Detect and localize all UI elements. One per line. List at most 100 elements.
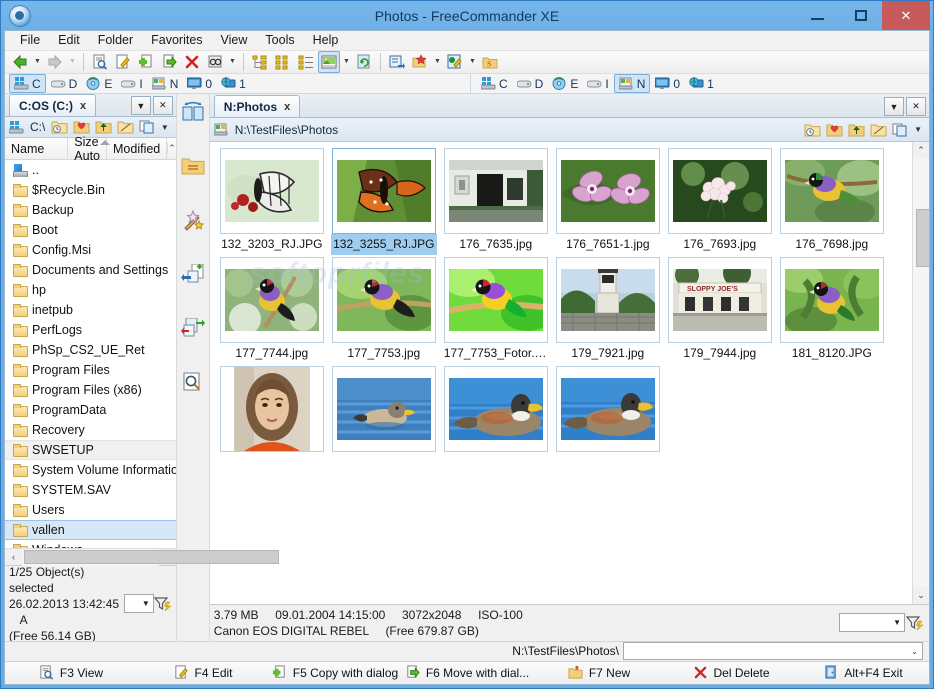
menu-folder[interactable]: Folder [89, 31, 142, 49]
favorite-folder-icon[interactable] [73, 120, 90, 134]
view-file-icon[interactable] [89, 51, 111, 73]
details-view-icon[interactable] [272, 51, 294, 73]
thumbnail-item[interactable]: SLOPPY JOE’S 179_7944.jpg [666, 257, 774, 364]
thumbnail-item[interactable]: 179_7921.jpg [554, 257, 662, 364]
folder-sync-icon[interactable] [181, 154, 205, 178]
thumbnail-item[interactable]: 176_7651-1.jpg [554, 148, 662, 255]
thumbnail-item[interactable]: 177_7753.jpg [330, 257, 438, 364]
path-dropdown-icon[interactable]: ▼ [914, 125, 922, 134]
function-key-f6[interactable]: F6 Move with dial... [401, 665, 533, 681]
right-scroll-up-icon[interactable]: ⌃ [912, 142, 929, 160]
table-row[interactable]: Boot01.08.2012 22:01:53 [5, 220, 176, 240]
right-filter-combo[interactable]: ▼ [839, 613, 905, 633]
parent-folder-icon[interactable] [848, 123, 865, 137]
column-header-name[interactable]: Name [5, 137, 110, 160]
drive-right-1[interactable]: 1 [685, 74, 718, 93]
right-tab-dropdown-button[interactable]: ▼ [884, 97, 904, 117]
function-key-f4[interactable]: F4 Edit [137, 665, 269, 681]
refresh-icon[interactable] [353, 51, 375, 73]
thumbnail-item[interactable]: 181_8120.JPG [778, 257, 886, 364]
drive-left-d[interactable]: D [47, 74, 82, 93]
menu-view[interactable]: View [212, 31, 257, 49]
drive-left-1[interactable]: 1 [217, 74, 250, 93]
favorite-folder-icon[interactable] [826, 123, 843, 137]
view-preview-icon[interactable] [181, 370, 205, 394]
left-path-text[interactable]: C:\ [30, 120, 45, 134]
list-scroll-up-icon[interactable]: ⌃ [167, 143, 176, 155]
right-filter-icon[interactable] [905, 614, 925, 632]
right-vertical-scrollbar[interactable]: ⌃ ⌄ [912, 142, 929, 604]
thumbnail-item[interactable] [218, 366, 326, 459]
drive-right-0[interactable]: 0 [651, 74, 684, 93]
table-row[interactable]: hp26.02.2013 13:42:38 [5, 280, 176, 300]
table-row[interactable]: inetpub09.11.2013 00:05:52 [5, 300, 176, 320]
table-row[interactable]: ..24.12.2013 11:07:03 [5, 160, 176, 180]
table-row[interactable]: SWSETUP26.02.2013 13:42:45 [5, 440, 176, 461]
parent-folder-icon[interactable] [95, 120, 112, 134]
function-key-f7[interactable]: F7 New [533, 665, 665, 681]
table-row[interactable]: PhSp_CS2_UE_Ret26.02.2013 17:36:18 [5, 340, 176, 360]
move-file-icon[interactable] [158, 51, 180, 73]
right-tab-nphotos[interactable]: N:Photos x [213, 95, 301, 118]
copy-file-icon[interactable] [135, 51, 157, 73]
copy-left-icon[interactable] [180, 262, 205, 286]
function-key-alt-f4[interactable]: Alt+F4 Exit [797, 665, 929, 681]
menu-favorites[interactable]: Favorites [142, 31, 211, 49]
drive-left-0[interactable]: 0 [183, 74, 216, 93]
table-row[interactable]: PerfLogs22.08.2013 10:22:35 [5, 320, 176, 340]
thumbnail-item[interactable]: 176_7693.jpg [666, 148, 774, 255]
drive-left-i[interactable]: I [117, 74, 146, 93]
thumbnail-item[interactable] [442, 366, 550, 459]
magic-wand-icon[interactable] [181, 208, 205, 232]
function-key-del[interactable]: Del Delete [665, 665, 797, 681]
table-row[interactable]: Users08.11.2013 21:16:17 [5, 500, 176, 520]
function-key-f3[interactable]: F3 View [5, 665, 137, 681]
drive-right-d[interactable]: D [513, 74, 548, 93]
right-tab-close-button[interactable]: ✕ [906, 97, 926, 117]
tree-view-icon[interactable] [249, 51, 271, 73]
delete-icon[interactable] [181, 51, 203, 73]
left-tab-close-icon[interactable]: x [80, 100, 86, 112]
thumbnail-item[interactable] [330, 366, 438, 459]
left-filter-combo[interactable]: ▼ [124, 594, 154, 614]
back-dropdown-icon[interactable]: ▼ [32, 51, 43, 73]
drive-left-e[interactable]: E [82, 74, 116, 93]
open-folder-icon[interactable] [870, 123, 887, 137]
thumbnail-item[interactable]: 177_7753_Fotor.jpg [442, 257, 550, 364]
table-row[interactable]: Documents and Settings22.08.2013 09:45:5… [5, 260, 176, 280]
table-row[interactable]: vallen05.11.2013 16:19:35 [5, 520, 176, 541]
menu-edit[interactable]: Edit [49, 31, 89, 49]
minimize-button[interactable] [796, 1, 839, 30]
favorites-dropdown-icon[interactable]: ▼ [432, 51, 443, 73]
thumbnail-item[interactable]: 132_3203_RJ.JPG [218, 148, 326, 255]
copy-path-icon[interactable] [139, 120, 156, 134]
drive-right-n[interactable]: N [613, 74, 651, 94]
list-view-icon[interactable] [295, 51, 317, 73]
thumbnail-item[interactable]: 132_3255_RJ.JPG [330, 148, 438, 256]
favorites-icon[interactable] [409, 51, 431, 73]
table-row[interactable]: System Volume Information22.12.2013 21:5… [5, 460, 176, 480]
left-tab-cos[interactable]: C:OS (C:) x [9, 94, 97, 117]
drive-left-n[interactable]: N [148, 74, 183, 93]
left-filter-icon[interactable] [153, 595, 172, 613]
table-row[interactable]: ProgramData23.12.2013 11:37:39 [5, 400, 176, 420]
right-path-text[interactable]: N:\TestFiles\Photos [235, 123, 338, 137]
thumbnail-item[interactable]: 176_7635.jpg [442, 148, 550, 255]
history-folder-icon[interactable] [51, 120, 68, 134]
copy-path-icon[interactable] [892, 123, 909, 137]
table-row[interactable]: Windows02.12.2013 10:39:20 [5, 540, 176, 549]
left-tab-dropdown-button[interactable]: ▼ [130, 96, 151, 116]
history-folder-icon[interactable] [804, 123, 821, 137]
drive-right-c[interactable]: C [477, 74, 512, 93]
left-file-list[interactable]: ..24.12.2013 11:07:03$Recycle.Bin08.11.2… [5, 160, 176, 549]
drive-right-e[interactable]: E [548, 74, 582, 93]
function-key-f5[interactable]: F5 Copy with dialog [269, 665, 401, 681]
thumbnail-item[interactable]: 176_7698.jpg [778, 148, 886, 255]
thumbnail-item[interactable]: 177_7744.jpg [218, 257, 326, 364]
open-folder-icon[interactable] [117, 120, 134, 134]
search-dropdown-icon[interactable]: ▼ [227, 51, 238, 73]
edit-notes-dropdown-icon[interactable]: ▼ [467, 51, 478, 73]
folder-compare-icon[interactable] [386, 51, 408, 73]
menu-help[interactable]: Help [304, 31, 348, 49]
table-row[interactable]: Program Files (x86)24.12.2013 11:06:30 [5, 380, 176, 400]
